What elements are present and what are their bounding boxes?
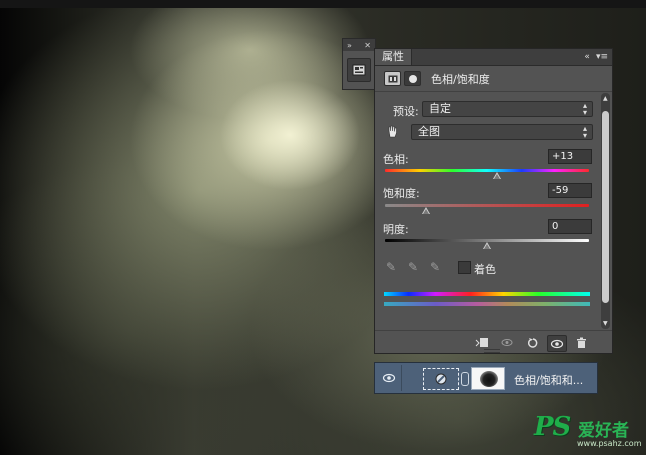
- preset-select[interactable]: 自定 ▴ ▾: [422, 101, 593, 117]
- layer-row[interactable]: 色相/饱和和...: [374, 362, 598, 394]
- clip-to-layer-icon[interactable]: [473, 335, 491, 350]
- chain-link-icon[interactable]: [461, 372, 469, 386]
- saturation-label: 饱和度:: [383, 187, 420, 200]
- saturation-input[interactable]: -59: [548, 183, 592, 198]
- select-arrows-icon: ▴ ▾: [582, 124, 587, 140]
- hue-slider-track[interactable]: [385, 169, 589, 172]
- preset-select-value: 自定: [429, 102, 451, 115]
- saturation-slider-thumb[interactable]: [421, 207, 430, 214]
- preset-label: 预设:: [393, 105, 419, 118]
- double-chevron-left-icon[interactable]: «: [584, 52, 590, 62]
- double-chevron-right-icon[interactable]: »: [347, 41, 352, 50]
- dock-header: » ✕: [343, 39, 375, 51]
- lightness-input[interactable]: 0: [548, 219, 592, 234]
- watermark: PS 爱好者 www.psahz.com: [534, 412, 641, 448]
- hue-slider-thumb[interactable]: [493, 172, 502, 179]
- trash-icon[interactable]: [572, 335, 590, 350]
- colorize-label: 着色: [474, 263, 496, 276]
- properties-panel-button[interactable]: [347, 58, 371, 82]
- channel-select[interactable]: 全图 ▴ ▾: [411, 124, 593, 140]
- eye-icon[interactable]: [377, 365, 402, 391]
- targeted-adjustment-hand-icon[interactable]: [386, 124, 400, 138]
- output-color-bar: [384, 302, 590, 306]
- eyedropper-icon[interactable]: ✎: [386, 260, 396, 274]
- saturation-slider-track[interactable]: [385, 204, 589, 207]
- scrollbar-thumb[interactable]: [602, 111, 609, 303]
- collapsed-panel-dock: » ✕: [342, 38, 376, 90]
- hue-input[interactable]: +13: [548, 149, 592, 164]
- properties-panel-icon: [352, 64, 366, 76]
- layer-name[interactable]: 色相/饱和和...: [514, 372, 583, 388]
- view-previous-state-icon[interactable]: [499, 335, 517, 350]
- watermark-site-name: 爱好者: [578, 421, 629, 441]
- close-icon[interactable]: ✕: [364, 41, 371, 50]
- panel-header: 属性 « ▾≡: [375, 49, 612, 66]
- hue-label: 色相:: [383, 153, 409, 166]
- layer-mask-thumbnail[interactable]: [471, 367, 505, 390]
- visibility-eye-icon[interactable]: [547, 335, 567, 352]
- scroll-up-icon[interactable]: ▲: [603, 95, 608, 102]
- tab-properties[interactable]: 属性: [375, 49, 412, 65]
- input-color-bar: [384, 292, 590, 296]
- adjustment-title-row: 色相/饱和度: [375, 66, 612, 92]
- reset-icon[interactable]: [524, 335, 542, 350]
- panel-menu-icon[interactable]: ▾≡: [596, 52, 608, 62]
- channel-select-value: 全图: [418, 125, 440, 138]
- adjustment-settings-icon[interactable]: [384, 71, 401, 86]
- eyedropper-plus-icon[interactable]: ✎: [408, 260, 418, 274]
- scrollbar[interactable]: [601, 93, 610, 329]
- top-strip: [0, 0, 646, 8]
- panel-title: 色相/饱和度: [431, 72, 490, 86]
- mask-shape: [480, 371, 498, 387]
- watermark-logo: PS: [534, 412, 571, 442]
- eyedropper-minus-icon[interactable]: ✎: [430, 260, 440, 274]
- watermark-url: www.psahz.com: [577, 439, 642, 448]
- colorize-checkbox[interactable]: [458, 261, 471, 274]
- mask-icon[interactable]: [404, 71, 421, 86]
- lightness-label: 明度:: [383, 223, 409, 236]
- hue-saturation-adjustment-icon: [435, 373, 447, 385]
- select-arrows-icon: ▴ ▾: [582, 101, 587, 117]
- scroll-down-icon[interactable]: ▼: [603, 320, 608, 327]
- panel-resize-grip[interactable]: [484, 349, 500, 353]
- adjustment-layer-thumbnail[interactable]: [423, 368, 459, 390]
- properties-panel: 属性 « ▾≡ 色相/饱和度 ▲ ▼ 预设: 自定 ▴ ▾ 全图 ▴ ▾ 色相: +…: [374, 48, 613, 354]
- lightness-slider-thumb[interactable]: [483, 242, 491, 249]
